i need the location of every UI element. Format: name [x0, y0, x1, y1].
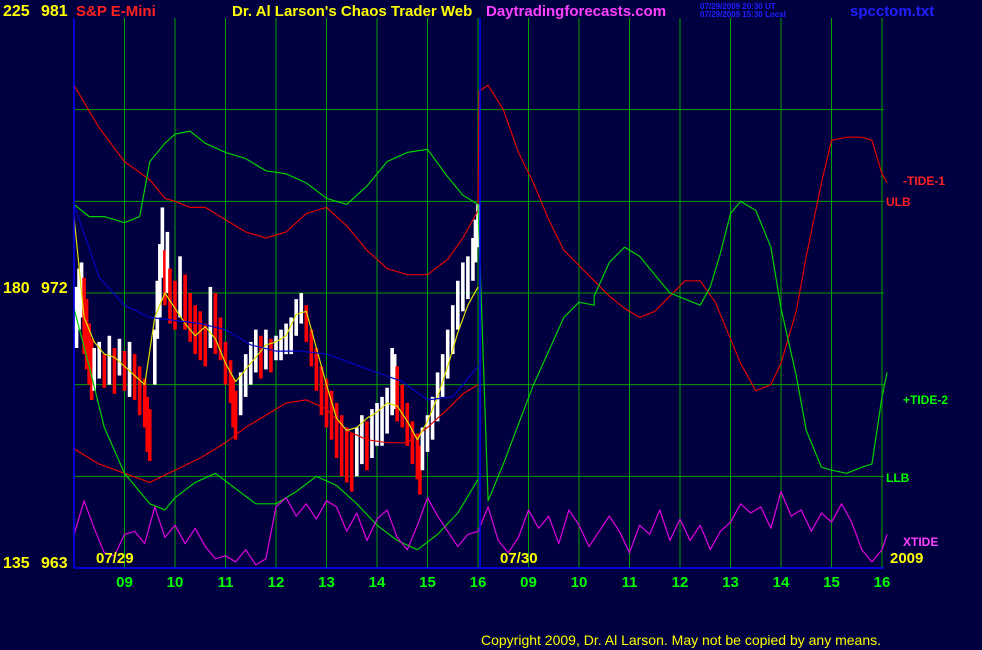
site-link[interactable]: Daytradingforecasts.com [486, 4, 666, 19]
series-label-xtide: XTIDE [903, 535, 939, 549]
price-bar [349, 433, 354, 492]
x-tick-label: 15 [823, 574, 840, 591]
price-bar [375, 403, 379, 446]
x-tick-label: 11 [622, 574, 638, 591]
year-label: 2009 [890, 550, 924, 567]
chart-title: Dr. Al Larson's Chaos Trader Web [232, 3, 473, 20]
price-bar [233, 390, 238, 440]
x-tick-label: 13 [318, 574, 335, 591]
y-label-bottom-price: 963 [41, 555, 68, 572]
price-bar [178, 256, 182, 318]
price-bar [188, 293, 192, 342]
x-tick-label: 11 [218, 574, 234, 591]
x-tick-label: 13 [722, 574, 739, 591]
x-tick-label: 10 [571, 574, 588, 591]
chart-background [0, 0, 982, 650]
price-bar [137, 366, 142, 416]
price-bar [456, 280, 460, 330]
price-bar [259, 335, 263, 379]
price-bar [274, 335, 278, 361]
y-label-top-price: 981 [41, 3, 68, 20]
price-bar [213, 293, 218, 355]
y-label-mid-price: 972 [41, 280, 68, 297]
x-tick-label: 14 [773, 574, 790, 591]
x-tick-label: 12 [268, 574, 285, 591]
price-bar [203, 323, 208, 367]
x-tick-label: 16 [874, 574, 891, 591]
price-bar [365, 421, 369, 471]
x-tick-label: 14 [369, 574, 386, 591]
price-bar [380, 396, 384, 446]
y-label-bottom-tide: 135 [3, 555, 30, 572]
price-bar [198, 311, 203, 361]
price-bar [440, 354, 445, 397]
symbol-title: S&P E-Mini [76, 3, 156, 20]
x-tick-label: 12 [672, 574, 689, 591]
series-label-tide2: +TIDE-2 [903, 393, 949, 407]
price-bar [461, 262, 465, 312]
price-bar [334, 403, 339, 458]
series-label-ulb: ULB [886, 195, 911, 209]
date-label-day1: 07/29 [96, 550, 134, 567]
series-label-tide1: -TIDE-1 [903, 174, 945, 188]
price-bar [112, 348, 117, 394]
date-label-day2: 07/30 [500, 550, 538, 567]
price-bar [279, 329, 283, 361]
x-tick-label: 16 [470, 574, 487, 591]
price-bar [299, 293, 304, 324]
price-bar [284, 323, 288, 355]
y-label-mid-tide: 180 [3, 280, 30, 297]
price-bar [102, 354, 107, 388]
price-bar [147, 409, 152, 462]
timestamp-local: 07/29/2009 15:30 Local [700, 10, 786, 19]
price-bar [208, 286, 213, 348]
x-tick-label: 15 [419, 574, 436, 591]
price-bar [466, 256, 470, 300]
price-bar [173, 280, 177, 330]
price-bar [385, 387, 389, 434]
price-bar [344, 427, 349, 483]
price-bar [430, 396, 435, 440]
x-tick-label: 10 [167, 574, 184, 591]
price-bar [395, 366, 399, 422]
chaos-trader-chart: 09 10 11 12 13 14 15 16 09 10 11 12 13 14 15 16 [0, 0, 982, 650]
data-file-name: spcctom.txt [850, 3, 935, 20]
x-tick-label: 09 [116, 574, 133, 591]
price-bar [243, 354, 248, 397]
price-bar [193, 305, 197, 355]
price-bar [238, 372, 243, 416]
x-tick-label: 09 [520, 574, 537, 591]
price-bar [117, 338, 122, 376]
price-bar [107, 335, 112, 385]
y-label-top-tide: 225 [3, 3, 30, 20]
price-bar [122, 351, 127, 391]
series-label-llb: LLB [886, 471, 910, 485]
price-bar [168, 268, 172, 324]
price-bar [400, 384, 405, 428]
price-bar [254, 329, 258, 373]
copyright-footer: Copyright 2009, Dr. Al Larson. May not b… [481, 632, 882, 648]
